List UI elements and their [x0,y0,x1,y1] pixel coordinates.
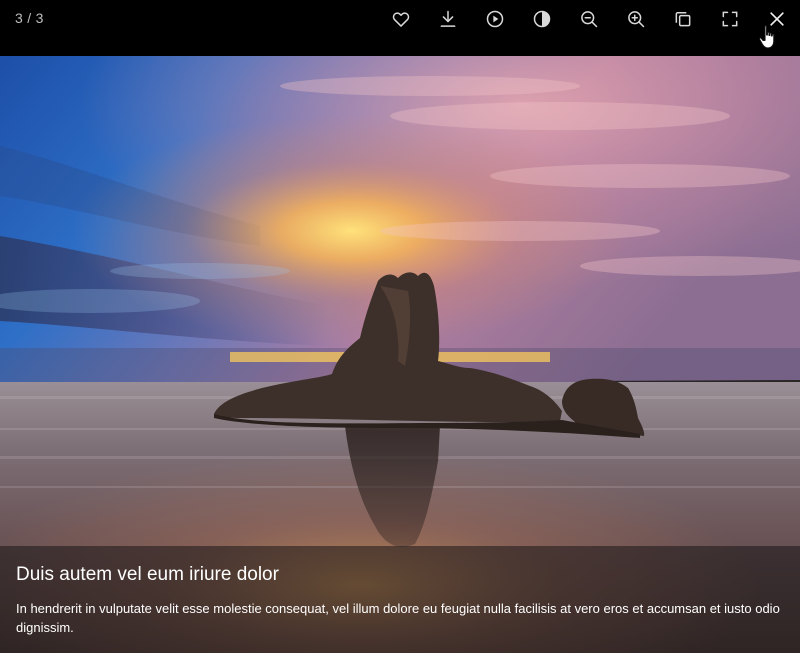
play-icon [486,10,504,28]
photo-caption: Duis autem vel eum iriure dolor In hendr… [0,546,800,653]
download-button[interactable] [433,5,463,33]
zoom-in-button[interactable] [621,5,651,33]
download-icon [440,10,456,27]
copy-icon [675,12,691,27]
slideshow-button[interactable] [480,5,510,33]
fullscreen-icon [722,11,738,27]
fullscreen-button[interactable] [715,5,745,33]
caption-title: Duis autem vel eum iriure dolor [16,564,279,585]
zoom-out-button[interactable] [574,5,604,33]
photo-stage: Duis autem vel eum iriure dolor In hendr… [0,56,800,653]
zoom-out-icon [581,11,598,28]
heart-icon [392,12,410,27]
lightbox-toolbar: 3 / 3 [0,0,800,56]
contrast-icon [533,10,551,28]
copy-button[interactable] [668,5,698,33]
hand-cursor-icon [758,25,775,49]
contrast-button[interactable] [527,5,557,33]
image-counter: 3 / 3 [15,10,44,26]
zoom-in-icon [628,11,645,28]
like-button[interactable] [386,5,416,33]
caption-description: In hendrerit in vulputate velit esse mol… [16,601,780,635]
lightbox-viewer: 3 / 3 Duis autem vel eum iriure dolor In… [0,0,800,653]
